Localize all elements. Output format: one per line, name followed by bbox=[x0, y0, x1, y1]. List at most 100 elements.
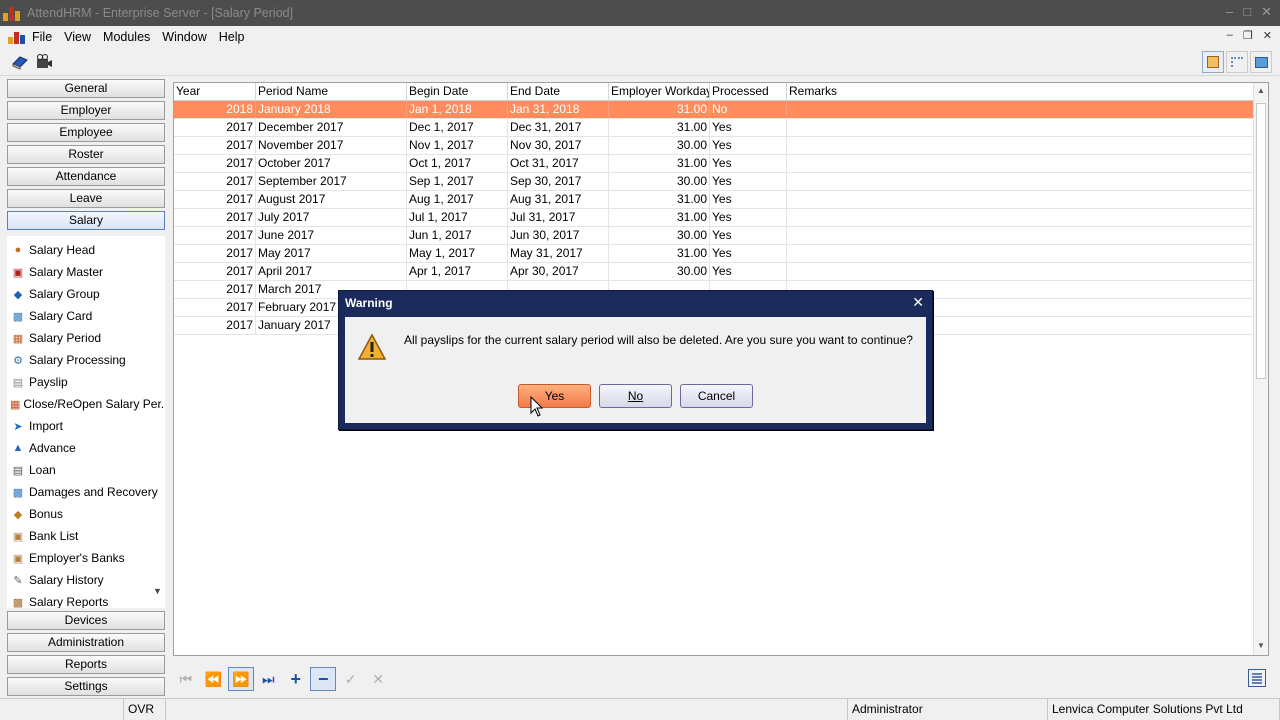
sidebar-item-payslip[interactable]: ▤ Payslip bbox=[7, 371, 165, 393]
table-row[interactable]: 2017 June 2017 Jun 1, 2017 Jun 30, 2017 30.0… bbox=[174, 227, 1254, 245]
cell-employer-workdays: 31.00 bbox=[609, 101, 710, 118]
image-view-icon[interactable] bbox=[1250, 51, 1272, 73]
nav-employer-button[interactable]: Employer bbox=[7, 101, 165, 120]
sidebar-item-salary-group[interactable]: ◆ Salary Group bbox=[7, 283, 165, 305]
cancel-edit-icon[interactable]: ✕ bbox=[365, 667, 390, 691]
menu-window[interactable]: Window bbox=[156, 27, 212, 47]
cell-period-name: September 2017 bbox=[256, 173, 407, 190]
status-user: Administrator bbox=[848, 699, 1048, 720]
menu-file[interactable]: File bbox=[26, 27, 58, 47]
no-button[interactable]: No bbox=[599, 384, 672, 408]
nav-reports-button[interactable]: Reports bbox=[7, 655, 165, 674]
column-header-begin-date[interactable]: Begin Date bbox=[407, 83, 508, 101]
sidebar-item-salary-reports[interactable]: ▩ Salary Reports bbox=[7, 591, 165, 608]
sidebar-item-import[interactable]: ➤ Import bbox=[7, 415, 165, 437]
cell-begin-date: Apr 1, 2017 bbox=[407, 263, 508, 280]
nav-leave-button[interactable]: Leave bbox=[7, 189, 165, 208]
nav-general-button[interactable]: General bbox=[7, 79, 165, 98]
first-record-icon[interactable]: ⏮ bbox=[173, 667, 198, 691]
nav-salary-button[interactable]: Salary bbox=[7, 211, 165, 230]
nav-employee-button[interactable]: Employee bbox=[7, 123, 165, 142]
sidebar-item-bonus[interactable]: ◆ Bonus bbox=[7, 503, 165, 525]
sidebar-item-salary-period[interactable]: ▦ Salary Period bbox=[7, 327, 165, 349]
cell-remarks bbox=[787, 173, 1254, 190]
column-header-remarks[interactable]: Remarks bbox=[787, 83, 1254, 101]
table-row[interactable]: 2017 August 2017 Aug 1, 2017 Aug 31, 2017 31… bbox=[174, 191, 1254, 209]
nav-settings-button[interactable]: Settings bbox=[7, 677, 165, 696]
menu-view[interactable]: View bbox=[58, 27, 97, 47]
chevron-down-icon[interactable]: ▼ bbox=[153, 586, 162, 596]
sidebar-item-salary-master[interactable]: ▣ Salary Master bbox=[7, 261, 165, 283]
column-header-employer-workdays[interactable]: Employer Workdays bbox=[609, 83, 710, 101]
cell-remarks bbox=[787, 101, 1254, 118]
cell-period-name: May 2017 bbox=[256, 245, 407, 262]
yes-button[interactable]: Yes bbox=[518, 384, 591, 408]
nav-attendance-button[interactable]: Attendance bbox=[7, 167, 165, 186]
nav-administration-button[interactable]: Administration bbox=[7, 633, 165, 652]
table-row[interactable]: 2018 January 2018 Jan 1, 2018 Jan 31, 2018 3… bbox=[174, 101, 1254, 119]
sidebar-item-damages[interactable]: ▩ Damages and Recovery bbox=[7, 481, 165, 503]
sidebar-item-salary-history[interactable]: ✎ Salary History bbox=[7, 569, 165, 591]
mdi-restore-icon[interactable]: ❐ bbox=[1243, 29, 1253, 42]
close-icon[interactable]: ✕ bbox=[1261, 4, 1272, 20]
cell-end-date: Aug 31, 2017 bbox=[508, 191, 609, 208]
sidebar-item-advance[interactable]: ▲ Advance bbox=[7, 437, 165, 459]
cell-period-name: August 2017 bbox=[256, 191, 407, 208]
insert-record-icon[interactable]: + bbox=[283, 667, 308, 691]
cancel-button[interactable]: Cancel bbox=[680, 384, 753, 408]
menu-help[interactable]: Help bbox=[213, 27, 251, 47]
sidebar-item-close-reopen[interactable]: ▦ Close/ReOpen Salary Per... bbox=[7, 393, 165, 415]
cell-employer-workdays: 31.00 bbox=[609, 245, 710, 262]
table-row[interactable]: 2017 September 2017 Sep 1, 2017 Sep 30, 201… bbox=[174, 173, 1254, 191]
book-icon[interactable] bbox=[9, 51, 31, 73]
sidebar-item-salary-card[interactable]: ▩ Salary Card bbox=[7, 305, 165, 327]
scroll-up-icon[interactable]: ▲ bbox=[1257, 86, 1265, 95]
prior-record-icon[interactable]: ⏪ bbox=[200, 667, 225, 691]
minimize-icon[interactable]: – bbox=[1226, 4, 1233, 20]
nav-devices-button[interactable]: Devices bbox=[7, 611, 165, 630]
post-record-icon[interactable]: ✓ bbox=[338, 667, 363, 691]
status-panel-blank bbox=[166, 699, 848, 720]
delete-record-icon[interactable]: − bbox=[310, 667, 336, 691]
column-header-end-date[interactable]: End Date bbox=[508, 83, 609, 101]
cell-begin-date: Jan 1, 2018 bbox=[407, 101, 508, 118]
cell-begin-date: Sep 1, 2017 bbox=[407, 173, 508, 190]
nav-roster-button[interactable]: Roster bbox=[7, 145, 165, 164]
cell-processed: Yes bbox=[710, 155, 787, 172]
warning-icon bbox=[357, 333, 387, 361]
list-view-icon[interactable] bbox=[1248, 669, 1266, 687]
cell-processed: Yes bbox=[710, 245, 787, 262]
sidebar-item-salary-head[interactable]: ● Salary Head bbox=[7, 239, 165, 261]
mdi-minimize-icon[interactable]: – bbox=[1227, 29, 1233, 42]
scroll-down-icon[interactable]: ▼ bbox=[1257, 641, 1265, 650]
next-page-icon[interactable]: ⏩ bbox=[227, 667, 254, 691]
table-row[interactable]: 2017 April 2017 Apr 1, 2017 Apr 30, 2017 30.… bbox=[174, 263, 1254, 281]
cell-employer-workdays: 30.00 bbox=[609, 227, 710, 244]
menu-modules[interactable]: Modules bbox=[97, 27, 156, 47]
column-header-processed[interactable]: Processed bbox=[710, 83, 787, 101]
table-row[interactable]: 2017 November 2017 Nov 1, 2017 Nov 30, 2017… bbox=[174, 137, 1254, 155]
table-row[interactable]: 2017 December 2017 Dec 1, 2017 Dec 31, 2017… bbox=[174, 119, 1254, 137]
maximize-icon[interactable]: □ bbox=[1243, 4, 1251, 20]
sidebar-item-employers-banks[interactable]: ▣ Employer's Banks bbox=[7, 547, 165, 569]
table-row[interactable]: 2017 May 2017 May 1, 2017 May 31, 2017 31.00… bbox=[174, 245, 1254, 263]
last-record-icon[interactable]: ⏭ bbox=[256, 667, 281, 691]
cell-year: 2017 bbox=[174, 209, 256, 226]
cell-end-date: Jan 31, 2018 bbox=[508, 101, 609, 118]
column-header-year[interactable]: Year bbox=[174, 83, 256, 101]
cell-year: 2017 bbox=[174, 119, 256, 136]
tree-view-icon[interactable] bbox=[1226, 51, 1248, 73]
dialog-close-icon[interactable]: ✕ bbox=[912, 294, 924, 311]
sidebar-item-bank-list[interactable]: ▣ Bank List bbox=[7, 525, 165, 547]
camera-icon[interactable] bbox=[33, 51, 55, 73]
reports-icon: ▩ bbox=[12, 596, 24, 609]
table-row[interactable]: 2017 October 2017 Oct 1, 2017 Oct 31, 2017 3… bbox=[174, 155, 1254, 173]
sidebar-item-salary-processing[interactable]: ⚙ Salary Processing bbox=[7, 349, 165, 371]
calendar-view-icon[interactable] bbox=[1202, 51, 1224, 73]
mdi-close-icon[interactable]: ✕ bbox=[1263, 29, 1272, 42]
grid-scrollbar[interactable]: ▲ ▼ bbox=[1253, 83, 1268, 655]
scroll-thumb[interactable] bbox=[1256, 103, 1266, 379]
sidebar-item-loan[interactable]: ▤ Loan bbox=[7, 459, 165, 481]
column-header-period-name[interactable]: Period Name bbox=[256, 83, 407, 101]
table-row[interactable]: 2017 July 2017 Jul 1, 2017 Jul 31, 2017 31.0… bbox=[174, 209, 1254, 227]
